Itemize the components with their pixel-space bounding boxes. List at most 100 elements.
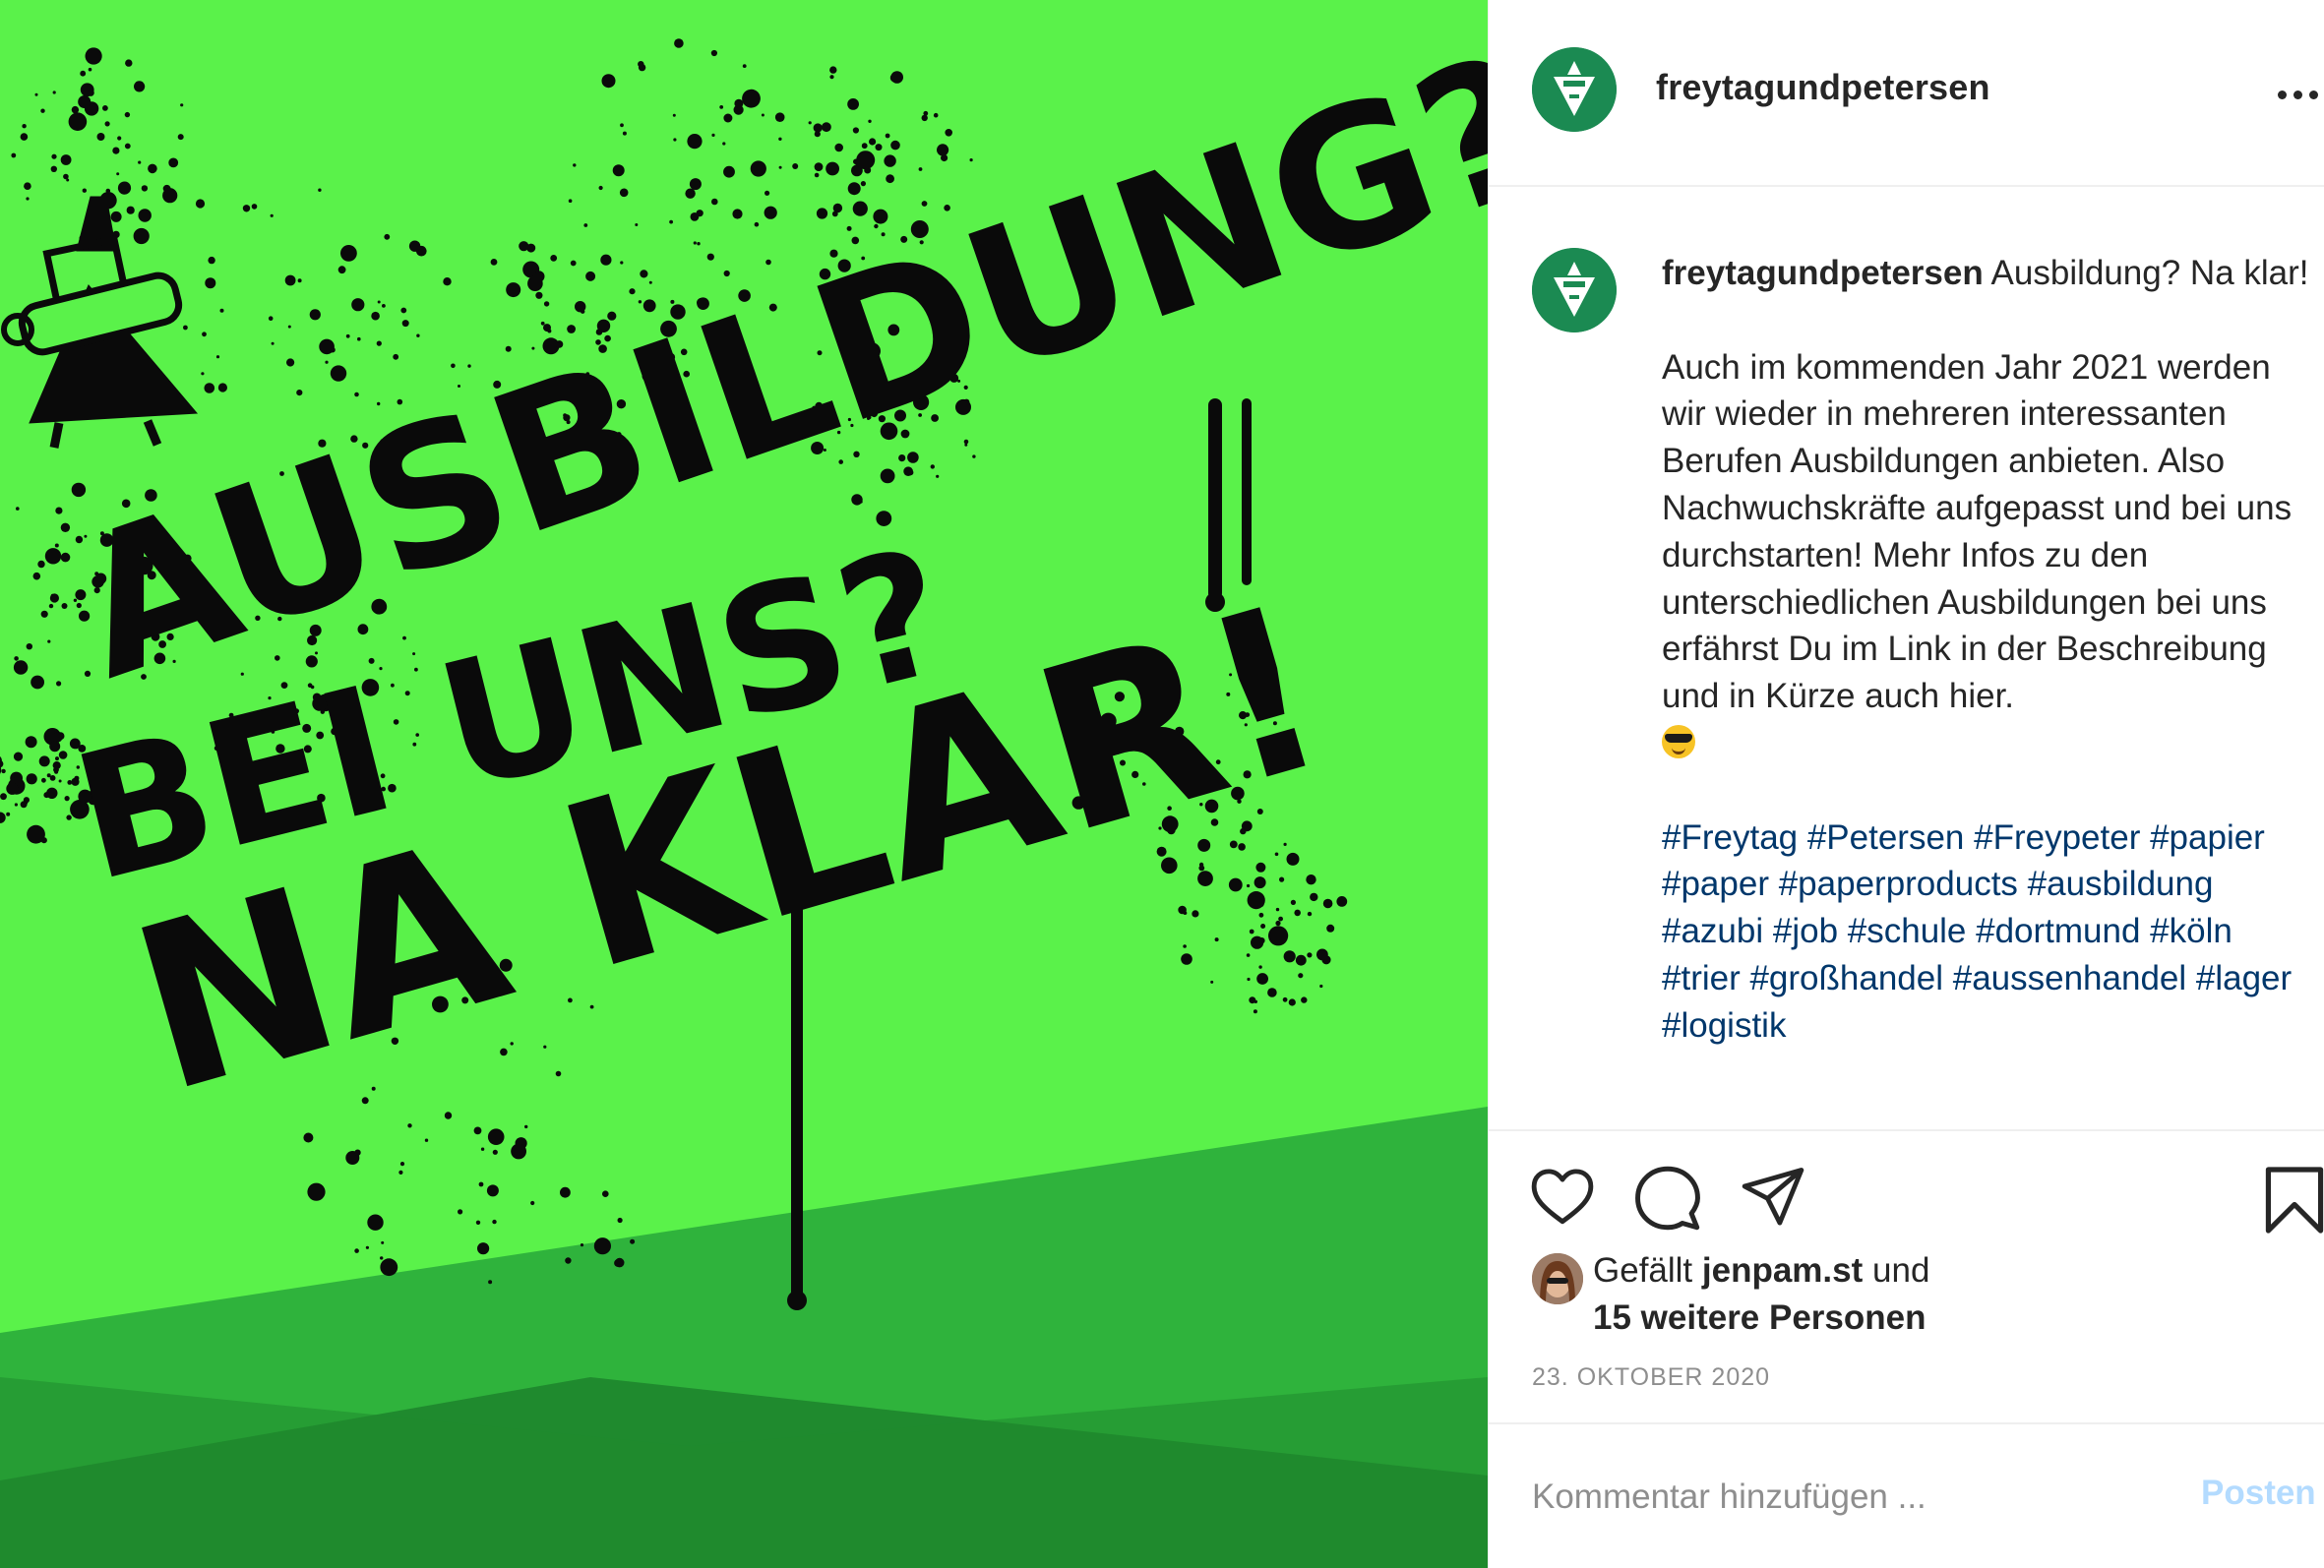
- spray-speck: [742, 89, 761, 108]
- spray-speck: [25, 736, 37, 749]
- spray-speck: [543, 301, 550, 307]
- spray-speck: [284, 274, 296, 286]
- action-bar: Gefällt jenpam.st und 15 weitere Persone…: [1489, 1129, 2324, 1424]
- spray-speck: [706, 253, 714, 261]
- comment-bar: Posten: [1489, 1422, 2324, 1568]
- spray-speck: [183, 325, 188, 331]
- more-horizontal-icon: [2278, 90, 2287, 99]
- spray-speck: [492, 1149, 498, 1155]
- spray-speck: [478, 1181, 484, 1187]
- spray-speck: [1192, 910, 1199, 918]
- spray-speck: [105, 188, 111, 194]
- likes-others-link[interactable]: 15 weitere Personen: [1593, 1298, 1926, 1337]
- spray-speck: [424, 1138, 429, 1142]
- spray-speck: [24, 182, 31, 190]
- spray-speck: [195, 199, 206, 209]
- spray-speck: [15, 507, 20, 511]
- spray-speck: [560, 1186, 571, 1198]
- spray-speck: [398, 1170, 403, 1175]
- caption-scroll-area[interactable]: freytagundpetersen Ausbildung? Na klar! …: [1489, 189, 2324, 1114]
- spray-speck: [1322, 898, 1333, 909]
- spray-speck: [617, 1217, 623, 1224]
- post-image[interactable]: AUSBILDUNG? BEI UNS? NA KLAR!: [0, 0, 1488, 1568]
- liker-avatar[interactable]: [1532, 1253, 1583, 1304]
- spray-speck: [6, 782, 19, 795]
- caption-avatar[interactable]: [1532, 248, 1617, 332]
- bookmark-icon[interactable]: [2264, 1165, 2324, 1236]
- spray-speck: [1183, 944, 1187, 948]
- spray-speck: [52, 90, 56, 94]
- spray-speck: [620, 123, 624, 128]
- spray-speck: [40, 610, 48, 618]
- spray-speck: [124, 111, 131, 118]
- comment-input[interactable]: [1532, 1470, 2162, 1525]
- spray-speck: [524, 1124, 528, 1129]
- spray-speck: [309, 309, 321, 321]
- spray-speck: [869, 138, 877, 146]
- spray-speck: [687, 134, 703, 150]
- spray-speck: [963, 439, 969, 445]
- spray-speck: [251, 204, 258, 210]
- paper-plane-icon[interactable]: [1741, 1165, 1805, 1230]
- spray-speck: [1275, 907, 1280, 912]
- spray-speck: [477, 1242, 490, 1255]
- spray-speck: [13, 660, 29, 675]
- spray-speck: [555, 1070, 562, 1077]
- spray-speck: [754, 221, 760, 227]
- spray-speck: [732, 209, 743, 219]
- spray-speck: [1283, 950, 1296, 963]
- spray-speck: [1258, 965, 1262, 969]
- spray-speck: [371, 311, 380, 321]
- spray-speck: [1246, 953, 1251, 957]
- spray-speck: [345, 333, 350, 338]
- more-options-button[interactable]: [2276, 71, 2319, 114]
- post-comment-button[interactable]: Posten: [2201, 1474, 2316, 1513]
- spray-speck: [68, 112, 88, 131]
- liker-username[interactable]: jenpam.st: [1702, 1251, 1863, 1290]
- spray-speck: [593, 1237, 612, 1255]
- spray-speck: [55, 756, 59, 761]
- spray-speck: [834, 143, 843, 152]
- spray-speck: [451, 363, 456, 369]
- spray-speck: [287, 325, 291, 329]
- spray-speck: [50, 165, 57, 172]
- spray-speck: [585, 271, 596, 281]
- likes-prefix: Gefällt: [1593, 1251, 1693, 1290]
- spray-speck: [674, 38, 684, 48]
- spray-speck: [1254, 876, 1266, 889]
- spray-speck: [622, 131, 627, 136]
- post-date[interactable]: 23. OKTOBER 2020: [1532, 1363, 1770, 1392]
- spray-speck: [601, 74, 616, 89]
- spray-speck: [11, 152, 17, 158]
- spray-speck: [945, 129, 952, 137]
- spray-speck: [890, 71, 903, 84]
- spray-speck: [354, 1149, 361, 1156]
- spray-speck: [1214, 937, 1219, 942]
- caption-username[interactable]: freytagundpetersen: [1662, 254, 1984, 292]
- spray-speck: [54, 543, 59, 548]
- spray-speck: [0, 793, 7, 801]
- spray-speck: [890, 140, 900, 151]
- spray-speck: [126, 206, 135, 214]
- profile-avatar[interactable]: [1532, 47, 1617, 132]
- spray-speck: [41, 777, 46, 783]
- spray-speck: [814, 172, 820, 178]
- spray-speck: [354, 392, 359, 397]
- spray-speck: [53, 766, 59, 773]
- heart-icon[interactable]: [1528, 1165, 1597, 1230]
- spray-speck: [49, 741, 61, 753]
- comment-icon[interactable]: [1634, 1165, 1701, 1232]
- spray-speck: [1319, 984, 1323, 989]
- spray-speck: [573, 163, 577, 167]
- spray-speck: [217, 383, 227, 392]
- spray-speck: [367, 1214, 384, 1231]
- spray-speck: [1283, 842, 1287, 847]
- spray-speck: [648, 280, 652, 284]
- post-header: freytagundpetersen: [1489, 0, 2324, 187]
- header-username[interactable]: freytagundpetersen: [1656, 67, 1990, 108]
- spray-speck: [619, 188, 629, 198]
- spray-speck: [13, 752, 24, 761]
- caption-hashtags[interactable]: #Freytag #Petersen #Freypeter #papier #p…: [1662, 814, 2311, 1050]
- spray-speck: [380, 1258, 398, 1277]
- spray-speck: [530, 1200, 535, 1206]
